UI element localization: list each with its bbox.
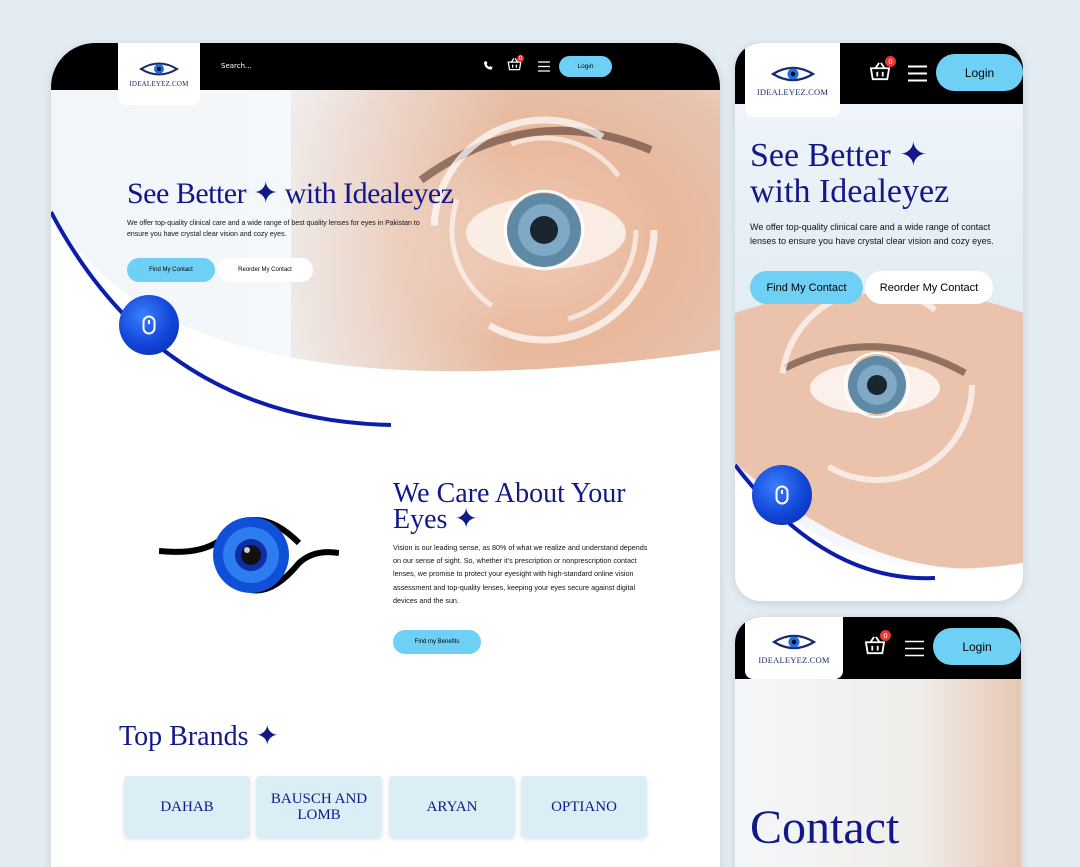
eye-logo-icon [771, 634, 817, 649]
mouse-scroll-icon [142, 315, 156, 335]
scroll-down-button[interactable] [752, 465, 812, 525]
hero-title-line2: with Idealeyez [750, 173, 950, 210]
find-my-contact-button[interactable]: Find My Contact [750, 271, 863, 304]
eye-logo-icon [139, 62, 179, 76]
contact-title: Contact [750, 801, 900, 854]
eye-logo-icon [770, 66, 815, 81]
scroll-down-button[interactable] [119, 295, 179, 355]
eye-illustration [159, 517, 339, 594]
mouse-scroll-icon [775, 485, 789, 505]
site-logo[interactable]: IDEALEYEZ.COM [118, 43, 200, 105]
brand-card-dahab[interactable]: DAHAB [124, 776, 250, 837]
site-logo[interactable]: IDEALEYEZ.COM [745, 43, 840, 117]
mobile-preview-contact: 0 Login IDEALEYEZ.COM Contact [735, 617, 1021, 867]
site-logo[interactable]: IDEALEYEZ.COM [745, 617, 843, 679]
hero-title-line1: See Better ✦ [750, 137, 928, 174]
mobile-preview-hero: 0 Login IDEALEYEZ.COM See Better ✦ with … [735, 43, 1023, 601]
cart-badge: 0 [885, 56, 896, 67]
brands-title: Top Brands ✦ [119, 721, 279, 752]
login-button[interactable]: Login [936, 54, 1023, 91]
find-my-contact-button[interactable]: Find My Contact [127, 258, 215, 282]
menu-icon[interactable] [537, 59, 551, 73]
hero-title: See Better ✦ with Idealeyez [750, 138, 949, 210]
reorder-my-contact-button[interactable]: Reorder My Contact [865, 271, 993, 304]
menu-icon[interactable] [903, 637, 925, 659]
login-button[interactable]: Login [559, 56, 612, 77]
phone-icon[interactable] [481, 58, 495, 72]
care-title: We Care About Your Eyes ✦ [393, 478, 626, 535]
cart-badge: 0 [517, 55, 524, 62]
logo-text: IDEALEYEZ.COM [758, 654, 830, 665]
find-my-benefits-button[interactable]: Find my Benefits [393, 630, 481, 654]
mobile-hero-eye-art [735, 293, 1023, 601]
logo-text: IDEALEYEZ.COM [129, 80, 189, 88]
brand-card-aryan[interactable]: ARYAN [389, 776, 515, 837]
cart-badge: 0 [880, 630, 891, 641]
login-button[interactable]: Login [933, 628, 1021, 665]
search-input[interactable]: Search... [221, 62, 252, 70]
hero-description: We offer top-quality clinical care and a… [127, 220, 420, 238]
brand-card-optiano[interactable]: OPTIANO [521, 776, 647, 837]
hero-title: See Better ✦ with Idealeyez [127, 177, 454, 210]
brand-card-bausch-and-lomb[interactable]: BAUSCH AND LOMB [256, 776, 382, 837]
care-text: Vision is our leading sense, as 80% of w… [393, 543, 648, 605]
menu-icon[interactable] [906, 62, 928, 84]
desktop-preview: Search... 0 Login IDEALEYEZ.COM See Bett… [51, 43, 720, 867]
hero-description: We offer top-quality clinical care and a… [750, 222, 994, 246]
reorder-my-contact-button[interactable]: Reorder My Contact [217, 258, 313, 282]
logo-text: IDEALEYEZ.COM [756, 86, 829, 97]
